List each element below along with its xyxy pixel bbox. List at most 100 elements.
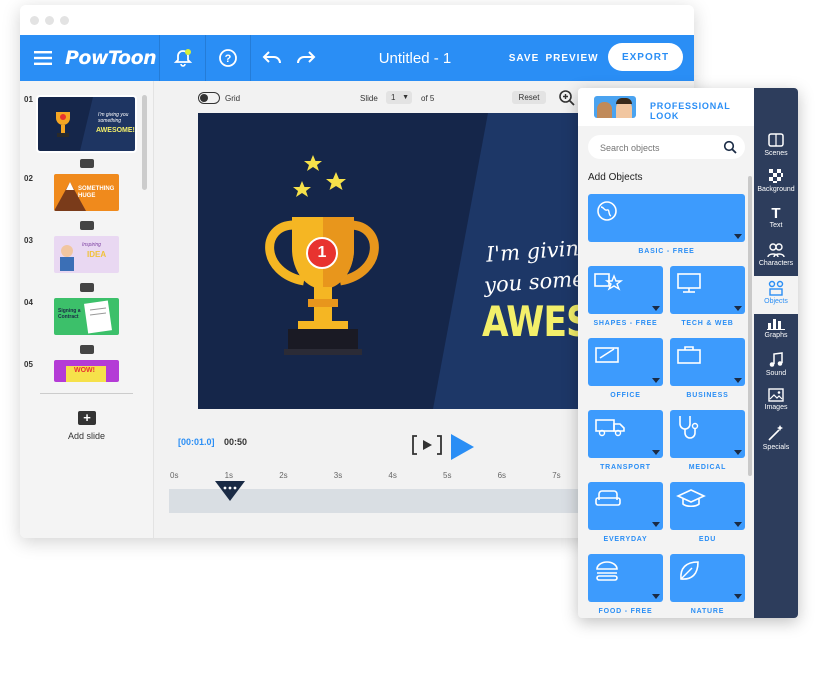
search-objects-field[interactable]: [588, 135, 745, 159]
hamburger-menu-icon[interactable]: [28, 35, 58, 81]
save-button[interactable]: SAVE: [506, 35, 542, 81]
slide-select[interactable]: 1 ▼: [386, 91, 412, 104]
objects-scrollbar[interactable]: [748, 176, 752, 476]
nav-characters[interactable]: Characters: [754, 242, 798, 267]
slides-scrollbar[interactable]: [142, 95, 147, 190]
slide-number: 05: [24, 360, 33, 369]
timeline-tick-label: 7s: [552, 471, 561, 480]
tile-shapes-free[interactable]: [588, 266, 663, 314]
nav-label: Images: [764, 404, 788, 411]
tile-label: BASIC - FREE: [638, 248, 695, 255]
burger-icon: [596, 561, 618, 581]
play-scene-icon[interactable]: [411, 434, 443, 461]
slide-thumbnail-5[interactable]: WOW!: [54, 360, 119, 382]
tile-label: TRANSPORT: [600, 464, 651, 471]
tile-nature[interactable]: [670, 554, 745, 602]
tile-office[interactable]: [588, 338, 663, 386]
image-icon: [768, 388, 784, 402]
style-header[interactable]: PROFESSIONAL LOOK: [578, 88, 754, 126]
tile-label: EDU: [698, 536, 717, 543]
timeline-tick-label: 3s: [333, 471, 343, 480]
tile-tech-web[interactable]: [670, 266, 745, 314]
add-scene-icon[interactable]: [80, 159, 94, 168]
nav-label: Text: [769, 222, 783, 229]
tile-everyday[interactable]: [588, 482, 663, 530]
slide-thumbnail-4[interactable]: Signing a Contract: [54, 298, 119, 335]
window-dot[interactable]: [45, 16, 54, 25]
nav-sound[interactable]: Sound: [754, 352, 798, 377]
window-dot[interactable]: [60, 16, 69, 25]
reset-button[interactable]: Reset: [512, 91, 546, 104]
nav-graphs[interactable]: Graphs: [754, 316, 798, 339]
svg-text:?: ?: [225, 53, 232, 65]
preview-button[interactable]: PREVIEW: [545, 35, 598, 81]
leaf-icon: [680, 561, 699, 580]
trophy-number: 1: [317, 244, 327, 261]
notification-bell-icon[interactable]: [160, 35, 205, 81]
add-scene-icon[interactable]: [80, 221, 94, 230]
nav-label: Objects: [764, 298, 788, 305]
search-input[interactable]: [598, 139, 720, 157]
timeline-tick-label: 0s: [170, 471, 179, 480]
tile-label: BUSINESS: [686, 392, 729, 399]
timeline-tick-label: 4s: [388, 471, 397, 480]
thumb-text: Signing a Contract: [58, 308, 81, 320]
slide-thumbnail-1[interactable]: I'm giving you something AWESOME!: [36, 95, 137, 153]
nav-text[interactable]: T Text: [754, 206, 798, 230]
help-icon[interactable]: ?: [206, 35, 250, 81]
redo-icon[interactable]: [294, 35, 318, 81]
timeline-playhead[interactable]: [214, 481, 245, 506]
nav-background[interactable]: Background: [754, 168, 798, 193]
tile-edu[interactable]: [670, 482, 745, 530]
tile-basic-free[interactable]: [588, 194, 745, 242]
tile-transport[interactable]: [588, 410, 663, 458]
tile-label: FOOD - FREE: [598, 608, 653, 615]
project-title[interactable]: Untitled - 1: [350, 35, 480, 81]
tile-label: EVERYDAY: [603, 536, 648, 543]
star-icon: [304, 155, 322, 171]
window-dot[interactable]: [30, 16, 39, 25]
powtoon-logo: PowToon: [65, 47, 157, 69]
play-button-icon[interactable]: [449, 433, 475, 466]
checkerboard-icon: [769, 169, 783, 183]
slide-canvas[interactable]: 1 I'm giving you somethi AWESO: [198, 113, 608, 409]
monitor-icon: [677, 273, 701, 293]
slide-number: 02: [24, 174, 33, 183]
tile-label: TECH & WEB: [681, 320, 734, 327]
thumb-text: WOW!: [74, 367, 95, 374]
add-objects-title: Add Objects: [588, 172, 643, 183]
zoom-in-icon[interactable]: [558, 89, 576, 112]
grid-label: Grid: [225, 94, 241, 103]
globe-icon: [597, 201, 617, 221]
undo-icon[interactable]: [260, 35, 284, 81]
nav-objects[interactable]: Objects: [754, 276, 798, 314]
shapes-icon: [594, 273, 624, 291]
add-slide-icon[interactable]: +: [78, 411, 96, 425]
grid-toggle[interactable]: [198, 92, 220, 104]
tile-medical[interactable]: [670, 410, 745, 458]
top-bar: PowToon ? Untitled - 1 SAVE PREVIEW EXPO…: [20, 35, 694, 81]
slide-select-value: 1: [391, 93, 396, 102]
nav-specials[interactable]: Specials: [754, 424, 798, 451]
nav-label: Background: [757, 186, 795, 193]
slide-number: 03: [24, 236, 33, 245]
add-slide-label[interactable]: Add slide: [20, 431, 153, 441]
tile-label: OFFICE: [610, 392, 641, 399]
current-time: [00:01.0]: [178, 437, 215, 447]
star-icon: [326, 172, 346, 190]
nav-images[interactable]: Images: [754, 388, 798, 411]
nav-scenes[interactable]: Scenes: [754, 132, 798, 157]
export-button[interactable]: EXPORT: [608, 43, 683, 71]
add-scene-icon[interactable]: [80, 283, 94, 292]
slide-thumbnail-2[interactable]: SOMETHING HUGE: [54, 174, 119, 211]
nav-label: Specials: [762, 444, 790, 451]
trophy-icon: [265, 217, 379, 355]
slide-thumbnail-3[interactable]: Inspiring IDEA: [54, 236, 119, 273]
add-scene-icon[interactable]: [80, 345, 94, 354]
tile-label: SHAPES - FREE: [593, 320, 658, 327]
tile-label: NATURE: [690, 608, 725, 615]
tile-food-free[interactable]: [588, 554, 663, 602]
slide-number: 01: [24, 95, 33, 104]
tile-business[interactable]: [670, 338, 745, 386]
thumb-text: Inspiring: [82, 242, 101, 248]
